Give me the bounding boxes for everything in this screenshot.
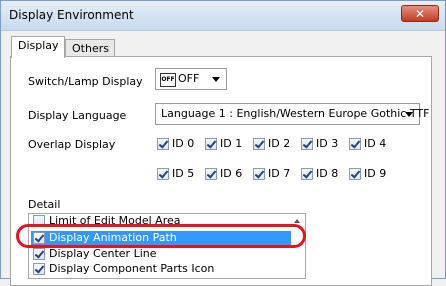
list-item-label: Display Center Line xyxy=(49,247,157,260)
chevron-down-icon xyxy=(405,112,413,117)
overlap-id0-label: ID 0 xyxy=(172,137,195,150)
display-language-label: Display Language xyxy=(28,109,127,122)
list-item-label: Display Component Parts Icon xyxy=(49,262,215,275)
overlap-id4-checkbox[interactable] xyxy=(349,138,361,150)
detail-label: Detail xyxy=(28,198,61,211)
list-item[interactable]: Display Center Line xyxy=(31,247,291,261)
overlap-id2-checkbox[interactable] xyxy=(253,138,265,150)
close-button[interactable]: ✕ xyxy=(401,5,439,22)
overlap-id8-checkbox[interactable] xyxy=(301,168,313,180)
display-center-line-checkbox[interactable] xyxy=(33,248,45,260)
switch-lamp-label: Switch/Lamp Display xyxy=(28,75,143,88)
overlap-id8-label: ID 8 xyxy=(316,167,339,180)
overlap-id5-label: ID 5 xyxy=(172,167,195,180)
tab-display[interactable]: Display xyxy=(11,36,65,58)
overlap-display-label: Overlap Display xyxy=(28,138,116,151)
overlap-id7-label: ID 7 xyxy=(268,167,291,180)
overlap-id6-label: ID 6 xyxy=(220,167,243,180)
overlap-id5-checkbox[interactable] xyxy=(157,168,169,180)
dialog-title: Display Environment xyxy=(9,8,134,22)
overlap-id0-checkbox[interactable] xyxy=(157,138,169,150)
overlap-id1-label: ID 1 xyxy=(220,137,243,150)
display-language-value: Language 1 : English/Western Europe Goth… xyxy=(161,107,430,120)
switch-lamp-dropdown[interactable]: OFF OFF xyxy=(155,68,227,90)
overlap-id7-checkbox[interactable] xyxy=(253,168,265,180)
tab-others[interactable]: Others xyxy=(65,39,115,57)
overlap-id4-label: ID 4 xyxy=(364,137,387,150)
title-bar: Display Environment ✕ xyxy=(1,1,445,31)
overlap-id9-checkbox[interactable] xyxy=(349,168,361,180)
display-component-parts-icon-checkbox[interactable] xyxy=(33,263,45,275)
off-lamp-icon: OFF xyxy=(160,73,176,87)
list-item[interactable]: Display Component Parts Icon xyxy=(31,262,291,276)
overlap-id9-label: ID 9 xyxy=(364,167,387,180)
overlap-id1-checkbox[interactable] xyxy=(205,138,217,150)
overlap-id2-label: ID 2 xyxy=(268,137,291,150)
overlap-id3-label: ID 3 xyxy=(316,137,339,150)
overlap-id6-checkbox[interactable] xyxy=(205,168,217,180)
chevron-down-icon xyxy=(212,77,220,82)
display-language-dropdown[interactable]: Language 1 : English/Western Europe Goth… xyxy=(155,103,429,125)
overlap-id3-checkbox[interactable] xyxy=(301,138,313,150)
highlight-ring xyxy=(16,224,306,248)
switch-lamp-value: OFF xyxy=(178,72,200,85)
